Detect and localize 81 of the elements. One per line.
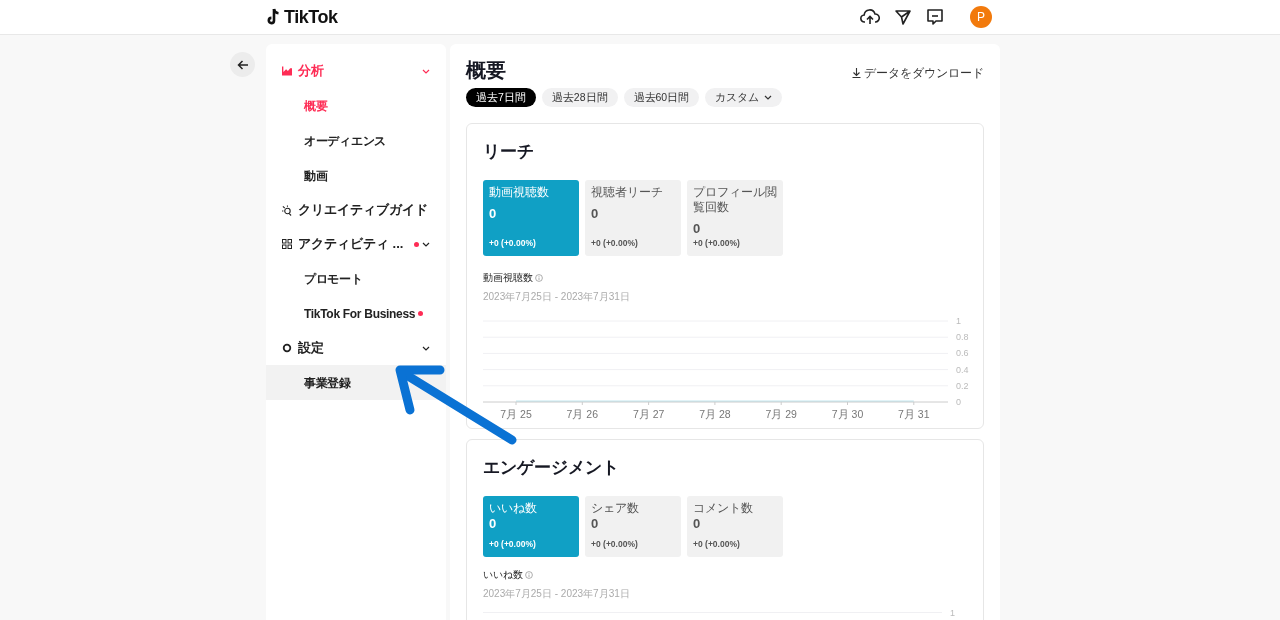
sidebar-item-label: 事業登録 <box>304 374 351 392</box>
sidebar-item[interactable]: TikTok For Business <box>266 296 446 331</box>
sidebar-group[interactable]: アクティビティ ... <box>266 227 446 261</box>
logo-text: TikTok <box>284 5 338 29</box>
chevron-icon <box>422 345 430 351</box>
metric-value: 0 <box>693 221 702 237</box>
sidebar-item[interactable]: 概要 <box>266 88 446 123</box>
bar-chart-icon <box>282 66 292 76</box>
metric-value: 0 <box>693 516 702 532</box>
sidebar-group[interactable]: クリエイティブガイド <box>266 193 446 227</box>
sidebar-item[interactable]: 動画 <box>266 158 446 193</box>
metric-value: 0 <box>489 516 498 532</box>
group-label: 設定 <box>298 339 324 358</box>
date-range: 2023年7月25日 - 2023年7月31日 <box>483 290 631 304</box>
chart-title: いいね数 <box>483 568 523 582</box>
metric-tile[interactable]: 視聴者リーチ 0 +0 (+0.00%) <box>585 180 681 256</box>
sidebar-item[interactable]: プロモート <box>266 261 446 296</box>
x-tick-label: 7月 26 <box>566 408 598 420</box>
metric-tile[interactable]: コメント数 0 +0 (+0.00%) <box>687 496 783 557</box>
y-tick-label: 0.6 <box>956 348 969 359</box>
metric-label: プロフィール閲覧回数 <box>693 185 777 215</box>
grid-icon <box>282 239 292 249</box>
back-arrow-icon <box>236 58 249 71</box>
x-tick-label: 7月 29 <box>765 408 797 420</box>
period-tab[interactable]: 過去28日間 <box>541 88 618 107</box>
section-title: エンゲージメント <box>483 457 620 479</box>
sidebar-group[interactable]: 設定 <box>266 331 446 365</box>
metric-label: いいね数 <box>489 501 538 516</box>
metric-tile[interactable]: プロフィール閲覧回数 0 +0 (+0.00%) <box>687 180 783 256</box>
metric-tile[interactable]: シェア数 0 +0 (+0.00%) <box>585 496 681 557</box>
metric-change: +0 (+0.00%) <box>693 538 741 551</box>
page-title: 概要 <box>466 58 506 83</box>
settings-icon <box>282 343 292 353</box>
y-tick-label: 1 <box>956 316 961 326</box>
metric-value: 0 <box>591 206 600 222</box>
chevron-icon <box>422 241 430 247</box>
sidebar-item-label: 概要 <box>304 97 328 115</box>
download-icon <box>852 68 861 78</box>
period-tab[interactable]: 過去7日間 <box>466 88 536 107</box>
y-tick-label: 1 <box>949 607 956 620</box>
cloud-upload-icon[interactable] <box>860 8 880 26</box>
send-icon[interactable] <box>894 8 912 26</box>
y-tick-label: 0.4 <box>956 364 969 375</box>
sidebar-item-label: TikTok For Business <box>304 305 416 323</box>
logo-icon <box>266 8 282 26</box>
metric-value: 0 <box>591 516 600 532</box>
group-label: 分析 <box>298 62 324 81</box>
sidebar-item-label: プロモート <box>304 270 363 288</box>
period-tab[interactable]: カスタム <box>705 88 783 107</box>
section-title: リーチ <box>483 141 535 163</box>
download-link[interactable]: データをダウンロード <box>852 64 984 82</box>
sidebar-item-label: オーディエンス <box>304 132 386 150</box>
metric-label: シェア数 <box>591 501 640 516</box>
metric-label: 動画視聴数 <box>489 185 550 200</box>
date-range: 2023年7月25日 - 2023年7月31日 <box>483 587 631 601</box>
back-button[interactable] <box>230 52 255 77</box>
metric-label: コメント数 <box>693 501 754 516</box>
metric-change: +0 (+0.00%) <box>489 538 537 551</box>
sidebar-item-label: 動画 <box>304 167 328 185</box>
period-tab[interactable]: 過去60日間 <box>623 88 700 107</box>
sidebar-group[interactable]: 分析 <box>266 54 446 88</box>
y-tick-label: 0.8 <box>956 332 969 343</box>
metric-value: 0 <box>489 206 498 222</box>
group-label: クリエイティブガイド <box>298 201 428 220</box>
chevron-icon <box>422 68 430 74</box>
metric-label: 視聴者リーチ <box>591 185 664 200</box>
group-label: アクティビティ ... <box>298 235 404 254</box>
metric-change: +0 (+0.00%) <box>591 538 639 551</box>
metric-change: +0 (+0.00%) <box>591 237 639 250</box>
x-tick-label: 7月 28 <box>699 408 731 420</box>
x-tick-label: 7月 30 <box>831 408 864 420</box>
x-tick-label: 7月 31 <box>898 408 930 420</box>
x-tick-label: 7月 27 <box>632 408 665 420</box>
metric-change: +0 (+0.00%) <box>693 237 741 250</box>
y-tick-label: 0.2 <box>956 380 969 391</box>
sidebar-item[interactable]: オーディエンス <box>266 123 446 158</box>
message-icon[interactable] <box>926 8 944 26</box>
chart-title: 動画視聴数 <box>483 271 533 285</box>
metric-change: +0 (+0.00%) <box>489 237 537 250</box>
x-tick-label: 7月 25 <box>500 408 532 420</box>
lightbulb-icon <box>282 204 292 216</box>
